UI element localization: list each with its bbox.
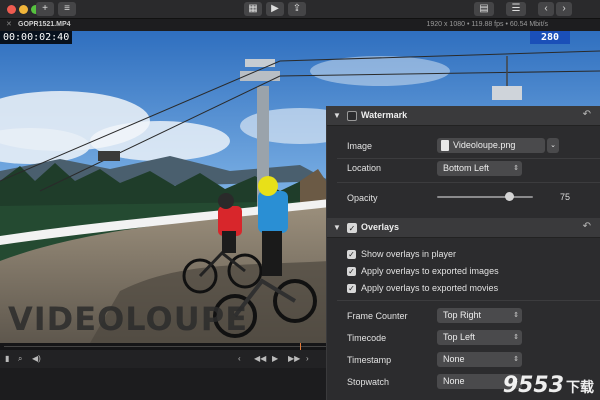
play-icon: ▶ xyxy=(271,3,279,14)
updown-arrows-icon: ⇕ xyxy=(513,165,519,172)
add-button[interactable]: + xyxy=(36,2,54,16)
inspector-panel: ▼ Watermark ↶ Image Videoloupe.png ⌄ Loc… xyxy=(326,106,600,400)
opacity-value: 75 xyxy=(560,192,571,202)
site-watermark-number: 9553 xyxy=(502,373,564,398)
divider xyxy=(337,300,600,301)
apply-images-checkbox[interactable]: ✓ xyxy=(347,267,356,276)
location-value: Bottom Left xyxy=(443,163,490,173)
timeline-track xyxy=(4,346,326,347)
watermark-enabled-checkbox[interactable] xyxy=(347,111,357,121)
opacity-slider-knob[interactable] xyxy=(505,192,514,201)
timecode-value: Top Left xyxy=(443,332,476,342)
volume-icon[interactable]: ◀) xyxy=(32,350,41,368)
frame-counter-select[interactable]: Top Right ⇕ xyxy=(437,308,522,323)
overlays-section-header[interactable]: ▼ ✓ Overlays ↶ xyxy=(327,218,600,238)
frame-counter-label: Frame Counter xyxy=(347,311,408,321)
apply-movies-label: Apply overlays to exported movies xyxy=(361,283,499,293)
close-window-button[interactable] xyxy=(7,5,16,14)
playback-controls: ▮ ⌕ ◀) ‹ ◀◀ ▶ ▶▶ › xyxy=(0,350,330,368)
play-button[interactable]: ▶ xyxy=(272,350,278,368)
watermark-section-header[interactable]: ▼ Watermark ↶ xyxy=(327,106,600,126)
minimize-window-button[interactable] xyxy=(19,5,28,14)
apply-movies-checkbox[interactable]: ✓ xyxy=(347,284,356,293)
close-file-icon[interactable]: ✕ xyxy=(6,19,12,31)
viewer-icon: ▦ xyxy=(248,3,258,14)
apply-images-label: Apply overlays to exported images xyxy=(361,266,499,276)
stopwatch-value: None xyxy=(443,376,465,386)
location-label: Location xyxy=(347,163,382,173)
forward-button[interactable]: › xyxy=(556,2,572,16)
timeline-scrubber[interactable] xyxy=(0,343,330,350)
videoloupe-window: + ≡ ▦ ▶ ⇪ ▤ ☰ ‹ › ✕ GOPR1521.MP4 1920 x … xyxy=(0,0,600,400)
file-name: GOPR1521.MP4 xyxy=(18,21,71,28)
file-icon xyxy=(441,140,449,151)
site-watermark-suffix: 下载 xyxy=(566,380,594,396)
fast-forward-icon[interactable]: ▶▶ xyxy=(288,350,300,368)
opacity-label: Opacity xyxy=(347,193,378,203)
divider xyxy=(337,182,600,183)
menu-button[interactable]: ≡ xyxy=(58,2,76,16)
back-button[interactable]: ‹ xyxy=(538,2,554,16)
disclosure-triangle-icon[interactable]: ▼ xyxy=(333,223,341,232)
add-icon: + xyxy=(42,3,48,14)
show-overlays-checkbox[interactable]: ✓ xyxy=(347,250,356,259)
back-icon: ‹ xyxy=(544,3,548,14)
updown-arrows-icon: ⇕ xyxy=(513,356,519,363)
title-bar: + ≡ ▦ ▶ ⇪ ▤ ☰ ‹ › xyxy=(0,0,600,19)
grid-view-button[interactable]: ▤ xyxy=(474,2,494,16)
rewind-icon[interactable]: ◀◀ xyxy=(254,350,266,368)
image-filename: Videoloupe.png xyxy=(453,140,516,150)
file-info-bar: ✕ GOPR1521.MP4 1920 x 1080 • 119.88 fps … xyxy=(0,19,600,31)
play-mode-button[interactable]: ▶ xyxy=(266,2,284,16)
list-view-button[interactable]: ☰ xyxy=(506,2,526,16)
viewer-button[interactable]: ▦ xyxy=(244,2,262,16)
menu-icon: ≡ xyxy=(64,3,70,14)
overlays-enabled-checkbox[interactable]: ✓ xyxy=(347,223,357,233)
timecode-select[interactable]: Top Left ⇕ xyxy=(437,330,522,345)
bottom-area xyxy=(0,368,330,400)
frame-counter-overlay: 280 xyxy=(530,31,570,44)
grid-icon: ▤ xyxy=(479,3,489,14)
reset-icon[interactable]: ↶ xyxy=(583,109,591,120)
disclosure-triangle-icon[interactable]: ▼ xyxy=(333,111,341,120)
watermark-section-title: Watermark xyxy=(361,110,408,120)
updown-arrows-icon: ⇕ xyxy=(513,334,519,341)
timestamp-value: None xyxy=(443,354,465,364)
marker-icon[interactable]: ▮ xyxy=(5,350,9,368)
forward-icon: › xyxy=(562,3,566,14)
updown-arrows-icon: ⇕ xyxy=(513,312,519,319)
location-select[interactable]: Bottom Left ⇕ xyxy=(437,161,522,176)
playhead[interactable] xyxy=(300,343,301,350)
site-watermark: 9553 下载 xyxy=(503,373,594,398)
list-icon: ☰ xyxy=(511,3,521,14)
chevron-down-icon[interactable]: ⌄ xyxy=(547,138,559,153)
timecode-overlay: 00:00:02:40 xyxy=(0,31,73,44)
stopwatch-label: Stopwatch xyxy=(347,377,390,387)
export-icon: ⇪ xyxy=(292,3,302,14)
divider xyxy=(337,158,600,159)
timestamp-label: Timestamp xyxy=(347,355,392,365)
file-metadata: 1920 x 1080 • 119.88 fps • 60.54 Mbit/s xyxy=(426,21,548,28)
reset-icon[interactable]: ↶ xyxy=(583,221,591,232)
opacity-slider[interactable] xyxy=(437,196,533,198)
image-picker[interactable]: Videoloupe.png ⌄ xyxy=(437,138,559,153)
videoloupe-watermark: VIDEOLOUPE xyxy=(8,300,249,338)
prev-frame-icon[interactable]: ‹ xyxy=(238,350,241,368)
overlays-section-title: Overlays xyxy=(361,222,400,232)
frame-counter-value: Top Right xyxy=(443,310,482,320)
image-label: Image xyxy=(347,141,373,151)
next-frame-icon[interactable]: › xyxy=(306,350,309,368)
export-button[interactable]: ⇪ xyxy=(288,2,306,16)
timestamp-select[interactable]: None ⇕ xyxy=(437,352,522,367)
timecode-label: Timecode xyxy=(347,333,387,343)
zoom-icon[interactable]: ⌕ xyxy=(18,350,22,368)
show-overlays-label: Show overlays in player xyxy=(361,249,457,259)
